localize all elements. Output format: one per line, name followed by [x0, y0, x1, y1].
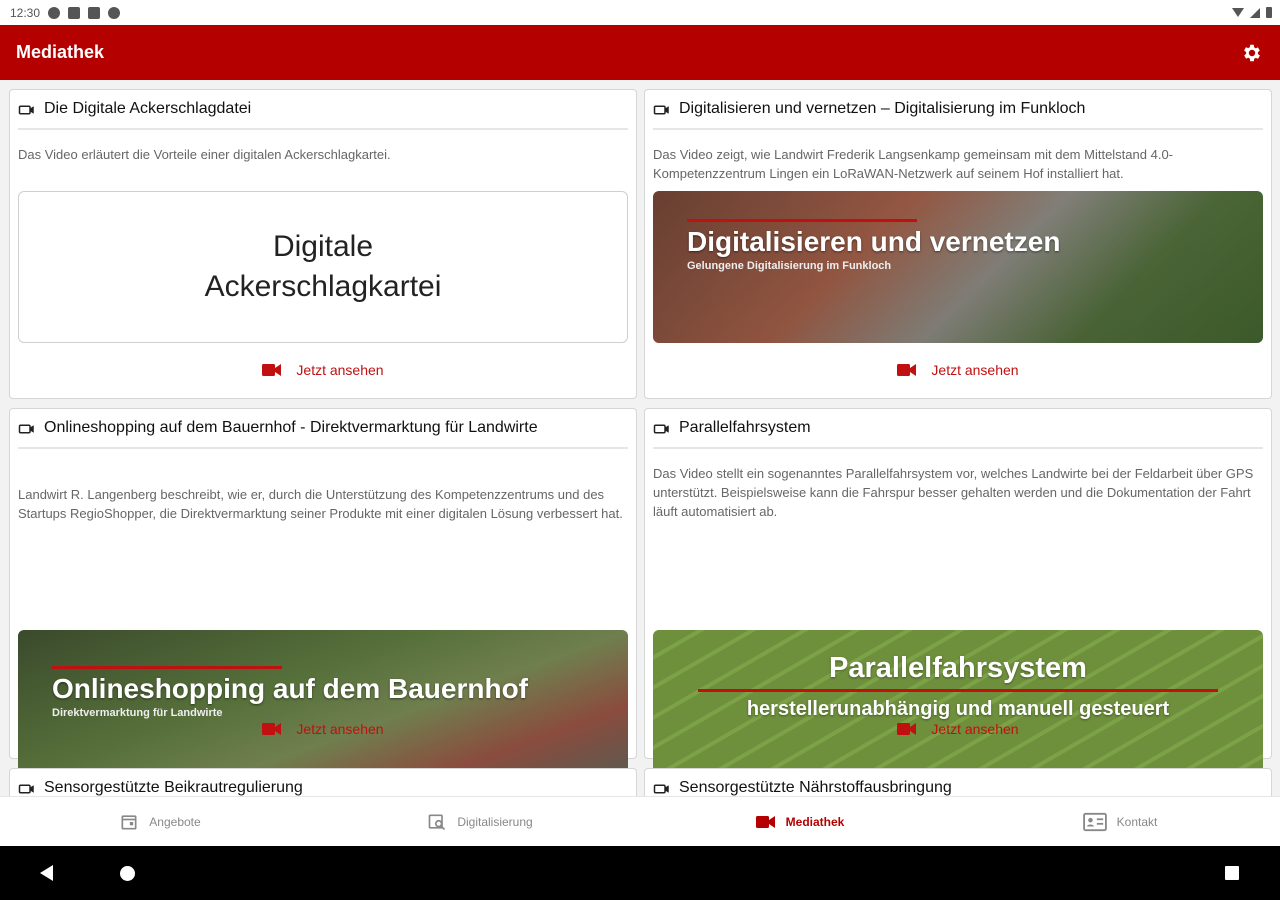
card-title: Die Digitale Ackerschlagdatei [44, 100, 252, 117]
thumbnail-title: Onlineshopping auf dem Bauernhof [52, 673, 528, 704]
card-title: Onlineshopping auf dem Bauernhof - Direk… [44, 419, 538, 436]
video-camera-icon [262, 723, 282, 735]
card-header: Sensorgestützte Beikrautregulierung [18, 777, 628, 796]
watch-now-label: Jetzt ansehen [931, 362, 1019, 378]
nav-item-angebote[interactable]: Angebote [0, 797, 320, 846]
video-camera-icon [653, 784, 669, 794]
notification-icon [88, 6, 101, 19]
thumbnail-subtitle: herstellerunabhängig und manuell gesteue… [746, 698, 1170, 720]
thumbnail-text: Digitale Ackerschlagkartei [204, 230, 442, 303]
card-description: Das Video stellt ein sogenanntes Paralle… [653, 466, 1254, 519]
media-card: Digitalisieren und vernetzen – Digitalis… [644, 89, 1272, 399]
calendar-icon [121, 814, 137, 829]
card-header: Sensorgestützte Nährstoffausbringung [653, 777, 1263, 796]
video-camera-icon [755, 815, 775, 828]
thumbnail-subtitle: Direktvermarktung für Landwirte [52, 707, 223, 719]
thumbnail-subtitle: Gelungene Digitalisierung im Funkloch [687, 260, 892, 272]
card-header: Onlineshopping auf dem Bauernhof - Direk… [18, 417, 628, 449]
notification-icon [108, 6, 121, 19]
page-title: Mediathek [16, 42, 105, 62]
thumbnail-rule [687, 219, 917, 222]
nav-item-digitalisierung[interactable]: Digitalisierung [320, 797, 640, 846]
video-camera-icon [897, 364, 917, 376]
thumbnail-overlay: Onlineshopping auf dem Bauernhof Direktv… [52, 666, 608, 719]
card-header: Digitalisieren und vernetzen – Digitalis… [653, 98, 1263, 130]
card-title: Digitalisieren und vernetzen – Digitalis… [679, 100, 1086, 117]
nav-label: Mediathek [785, 814, 845, 829]
back-icon[interactable] [40, 865, 53, 881]
card-title: Sensorgestützte Beikrautregulierung [44, 779, 303, 796]
media-list[interactable]: Die Digitale Ackerschlagdatei Das Video … [0, 80, 1280, 796]
signal-icon [1250, 7, 1260, 18]
nav-label: Kontakt [1116, 814, 1158, 829]
thumbnail-title: Digitalisieren und vernetzen [687, 226, 1061, 257]
video-thumbnail[interactable]: Digitalisieren und vernetzen Gelungene D… [653, 191, 1263, 343]
media-card: Sensorgestützte Beikrautregulierung [9, 768, 637, 796]
battery-icon [1266, 7, 1272, 18]
video-camera-icon [897, 723, 917, 735]
bottom-navigation: Angebote Digitalisierung Mediathek Konta… [0, 796, 1280, 846]
watch-now-label: Jetzt ansehen [296, 362, 384, 378]
video-camera-icon [653, 424, 669, 434]
card-header: Parallelfahrsystem [653, 417, 1263, 449]
thumbnail-rule [698, 689, 1218, 692]
nav-item-mediathek[interactable]: Mediathek [640, 797, 960, 846]
nav-label: Angebote [149, 814, 201, 829]
video-camera-icon [18, 105, 34, 115]
card-title: Sensorgestützte Nährstoffausbringung [679, 779, 952, 796]
status-time: 12:30 [10, 5, 41, 20]
watch-now-label: Jetzt ansehen [296, 721, 384, 737]
video-thumbnail[interactable]: Parallelfahrsystem herstellerunabhängig … [653, 630, 1263, 780]
thumbnail-overlay: Parallelfahrsystem herstellerunabhängig … [653, 652, 1263, 721]
video-thumbnail[interactable]: Onlineshopping auf dem Bauernhof Direktv… [18, 630, 628, 780]
watch-now-button[interactable]: Jetzt ansehen [10, 721, 636, 737]
home-icon[interactable] [120, 866, 135, 881]
video-camera-icon [18, 784, 34, 794]
card-description: Landwirt R. Langenberg beschreibt, wie e… [18, 487, 623, 521]
video-thumbnail[interactable]: Digitale Ackerschlagkartei [18, 191, 628, 343]
recent-apps-icon[interactable] [1225, 866, 1239, 880]
card-header: Die Digitale Ackerschlagdatei [18, 98, 628, 130]
watch-now-button[interactable]: Jetzt ansehen [10, 362, 636, 378]
notification-icon [68, 6, 81, 19]
contact-card-icon [1082, 812, 1107, 831]
thumbnail-overlay: Digitalisieren und vernetzen Gelungene D… [687, 219, 1243, 272]
watch-now-button[interactable]: Jetzt ansehen [645, 721, 1271, 737]
watch-now-button[interactable]: Jetzt ansehen [645, 362, 1271, 378]
video-camera-icon [18, 424, 34, 434]
card-description: Das Video zeigt, wie Landwirt Frederik L… [653, 147, 1173, 181]
system-navigation-bar [0, 846, 1280, 900]
card-title: Parallelfahrsystem [679, 419, 811, 436]
media-card: Parallelfahrsystem Das Video stellt ein … [644, 408, 1272, 780]
nav-item-kontakt[interactable]: Kontakt [960, 797, 1280, 846]
media-card: Die Digitale Ackerschlagdatei Das Video … [9, 89, 637, 399]
status-bar: 12:30 [0, 0, 1280, 25]
image-search-icon [428, 814, 446, 830]
settings-gear-icon[interactable] [1240, 41, 1264, 65]
media-card: Onlineshopping auf dem Bauernhof - Direk… [9, 408, 637, 780]
wifi-icon [1232, 8, 1244, 17]
media-card: Sensorgestützte Nährstoffausbringung [644, 768, 1272, 796]
video-camera-icon [262, 364, 282, 376]
thumbnail-rule [52, 666, 282, 669]
thumbnail-title: Parallelfahrsystem [829, 652, 1087, 684]
app-bar: Mediathek [0, 25, 1280, 80]
nav-label: Digitalisierung [457, 814, 533, 829]
watch-now-label: Jetzt ansehen [931, 721, 1019, 737]
video-camera-icon [653, 105, 669, 115]
card-description: Das Video erläutert die Vorteile einer d… [18, 147, 391, 162]
notification-icon [48, 6, 61, 19]
